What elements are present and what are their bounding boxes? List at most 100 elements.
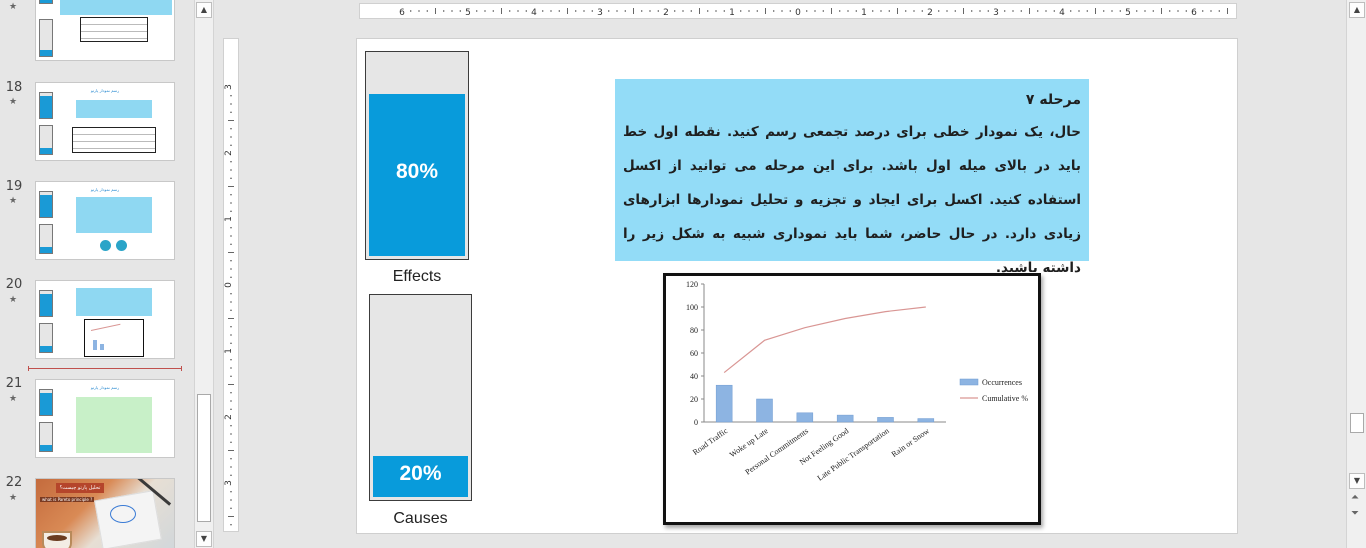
causes-bar-mini <box>39 125 53 155</box>
ruler-tick <box>674 10 676 12</box>
ruler-tick <box>230 309 232 311</box>
textbox-mini <box>60 0 172 15</box>
scrollbar-thumb[interactable] <box>1350 413 1364 433</box>
ruler-tick <box>1004 10 1006 12</box>
scroll-up-arrow-icon[interactable]: ▲ <box>196 2 212 18</box>
current-slide[interactable]: 80% Effects 20% Causes مرحله ۷ حال، یک ن… <box>356 38 1238 534</box>
slide-thumbnails-panel[interactable]: ★ 18 ★ رسم نمودار پارتو 19 ★ رسم نمودار … <box>0 0 194 548</box>
ruler-tick <box>806 10 808 12</box>
ruler-tick <box>1161 8 1162 14</box>
ruler-tick <box>230 227 232 229</box>
ruler-tick <box>690 10 692 12</box>
ruler-tick <box>748 10 750 12</box>
editor-scrollbar[interactable]: ▲ ▼ ⏶ ⏷ <box>1346 0 1366 548</box>
effects-bar-mini <box>39 290 53 317</box>
scrollbar-thumb[interactable] <box>197 394 211 522</box>
slide-thumbnail-19[interactable]: رسم نمودار پارتو <box>35 181 175 260</box>
previous-slide-icon[interactable]: ⏶ <box>1351 492 1359 503</box>
horizontal-ruler[interactable]: 6 5 4 3 2 1 0 1 2 3 4 5 6 <box>359 3 1237 19</box>
ruler-label: 4 <box>1059 8 1065 18</box>
ruler-tick <box>814 10 816 12</box>
ruler-tick <box>1103 10 1105 12</box>
ruler-tick <box>558 10 560 12</box>
ruler-tick <box>230 408 232 410</box>
ruler-tick <box>230 169 232 171</box>
ruler-tick <box>230 375 232 377</box>
ruler-tick <box>765 8 766 14</box>
ruler-tick <box>723 10 725 12</box>
category-label: Rain or Snow <box>890 426 931 459</box>
category-label: Late Public Transportation <box>816 426 891 482</box>
ruler-tick <box>484 10 486 12</box>
slide-thumbnail-18[interactable]: رسم نمودار پارتو <box>35 82 175 161</box>
slide-number: 18 <box>5 80 23 95</box>
ruler-tick <box>230 334 232 336</box>
ruler-tick <box>230 144 232 146</box>
ruler-tick <box>971 10 973 12</box>
ruler-tick <box>228 318 234 319</box>
ruler-tick <box>781 10 783 12</box>
slide-thumbnail-20[interactable] <box>35 280 175 359</box>
ruler-tick <box>230 301 232 303</box>
circle-image-mini <box>116 240 127 251</box>
ruler-tick <box>426 10 428 12</box>
ruler-tick <box>1095 8 1096 14</box>
next-slide-icon[interactable]: ⏷ <box>1351 508 1359 519</box>
ruler-tick <box>657 10 659 12</box>
ruler-tick <box>649 10 651 12</box>
ruler-tick <box>921 10 923 12</box>
ruler-tick <box>230 425 232 427</box>
ruler-tick <box>550 10 552 12</box>
ruler-tick <box>946 10 948 12</box>
ruler-tick <box>443 10 445 12</box>
ruler-label: 2 <box>927 8 933 18</box>
ruler-tick <box>897 8 898 14</box>
ruler-tick <box>954 10 956 12</box>
ruler-tick <box>1227 8 1228 14</box>
slide-thumbnail-21[interactable]: رسم نمودار پارتو <box>35 379 175 458</box>
ruler-label: 1 <box>224 216 234 222</box>
slide-thumbnail-17[interactable] <box>35 0 175 61</box>
circle-image-mini <box>100 240 111 251</box>
pareto-chart[interactable]: 0 20 40 60 80 100 120 Road Traffic Woke up Late P… <box>663 273 1041 525</box>
slide-thumbnail-22[interactable]: تحلیل پارتو چیست؟ what is Pareto princip… <box>35 478 175 548</box>
scroll-down-arrow-icon[interactable]: ▼ <box>196 531 212 547</box>
chart-mini <box>84 319 144 357</box>
ruler-tick <box>230 95 232 97</box>
ruler-tick <box>230 111 232 113</box>
pareto-chart-svg: 020406080100120Road TrafficWoke up LateP… <box>686 280 1028 483</box>
effects-percent: 80% <box>395 160 439 183</box>
slide-editor-area: 6 5 4 3 2 1 0 1 2 3 4 5 6 3 2 1 0 1 2 3 80% Effects 20% Ca… <box>214 0 1346 548</box>
scroll-down-arrow-icon[interactable]: ▼ <box>1349 473 1365 489</box>
ruler-tick <box>517 10 519 12</box>
slide-number: 19 <box>5 179 23 194</box>
causes-label: Causes <box>393 510 448 527</box>
ruler-tick <box>1185 10 1187 12</box>
ruler-label: 0 <box>795 8 801 18</box>
ruler-tick <box>230 103 232 105</box>
ruler-label: 1 <box>729 8 735 18</box>
causes-bar[interactable]: 20% <box>369 294 472 501</box>
ruler-tick <box>230 359 232 361</box>
instruction-textbox[interactable]: مرحله ۷ حال، یک نمودار خطی برای درصد تجم… <box>615 79 1089 276</box>
ruler-tick <box>1070 10 1072 12</box>
occurrences-bar <box>917 418 935 423</box>
effects-label: Effects <box>392 268 442 285</box>
ruler-tick <box>583 10 585 12</box>
ruler-tick <box>410 10 412 12</box>
scroll-up-arrow-icon[interactable]: ▲ <box>1349 2 1365 18</box>
ruler-tick <box>872 10 874 12</box>
ruler-tick <box>418 10 420 12</box>
diagram-sketch <box>110 505 136 523</box>
effects-bar[interactable]: 80% <box>365 51 469 260</box>
ruler-tick <box>715 10 717 12</box>
ruler-tick <box>230 210 232 212</box>
thumbnails-scrollbar[interactable]: ▲ ▼ <box>194 0 214 548</box>
ruler-tick <box>1012 10 1014 12</box>
ruler-tick <box>616 10 618 12</box>
ruler-tick <box>855 10 857 12</box>
table-mini <box>80 17 148 42</box>
y-tick-label: 80 <box>690 326 698 335</box>
vertical-ruler[interactable]: 3 2 1 0 1 2 3 <box>223 38 239 532</box>
ruler-tick <box>509 10 511 12</box>
